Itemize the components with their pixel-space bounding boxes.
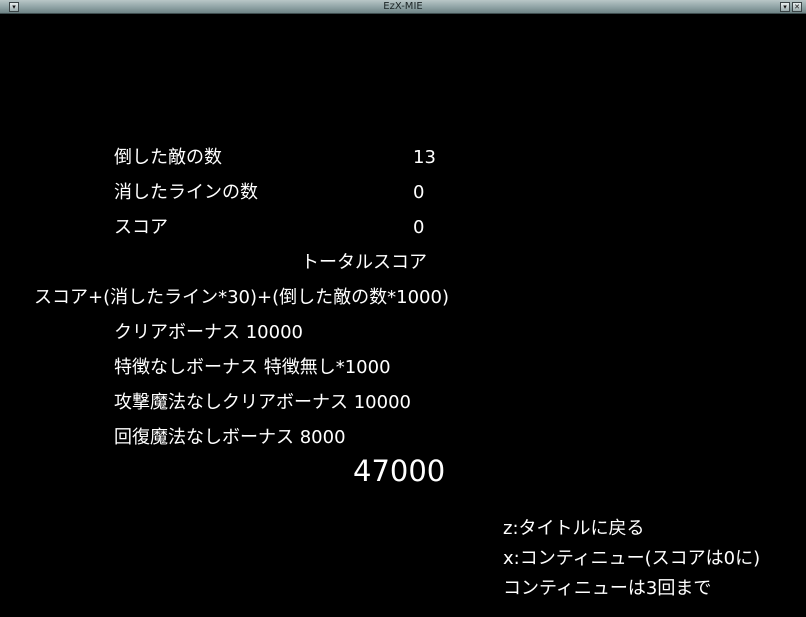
window-titlebar[interactable]: ▾ EzX-MIE ▾ ✕ (0, 0, 806, 14)
no-heal-magic-bonus: 回復魔法なしボーナス 8000 (114, 427, 346, 448)
total-score-heading: トータルスコア (301, 252, 427, 273)
no-trait-bonus: 特徴なしボーナス 特徴無し*1000 (114, 357, 391, 378)
score-formula: スコア+(消したライン*30)+(倒した敵の数*1000) (34, 287, 449, 308)
total-score-value: 47000 (353, 454, 446, 488)
score-label: スコア (114, 217, 168, 238)
game-screen: 倒した敵の数 13 消したラインの数 0 スコア 0 トータルスコア スコア+(… (0, 14, 806, 617)
close-icon[interactable]: ✕ (792, 2, 802, 12)
score-value: 0 (413, 217, 425, 238)
clear-bonus: クリアボーナス 10000 (114, 322, 303, 343)
lines-cleared-value: 0 (413, 182, 425, 203)
enemies-defeated-label: 倒した敵の数 (114, 147, 222, 168)
window-title: EzX-MIE (383, 1, 423, 12)
minimize-icon[interactable]: ▾ (780, 2, 790, 12)
continue-hint: x:コンティニュー(スコアは0に) (503, 548, 761, 569)
continue-limit-note: コンティニューは3回まで (503, 578, 712, 599)
lines-cleared-label: 消したラインの数 (114, 182, 258, 203)
enemies-defeated-value: 13 (413, 147, 436, 168)
return-to-title-hint: z:タイトルに戻る (503, 518, 645, 539)
no-attack-magic-bonus: 攻撃魔法なしクリアボーナス 10000 (114, 392, 411, 413)
